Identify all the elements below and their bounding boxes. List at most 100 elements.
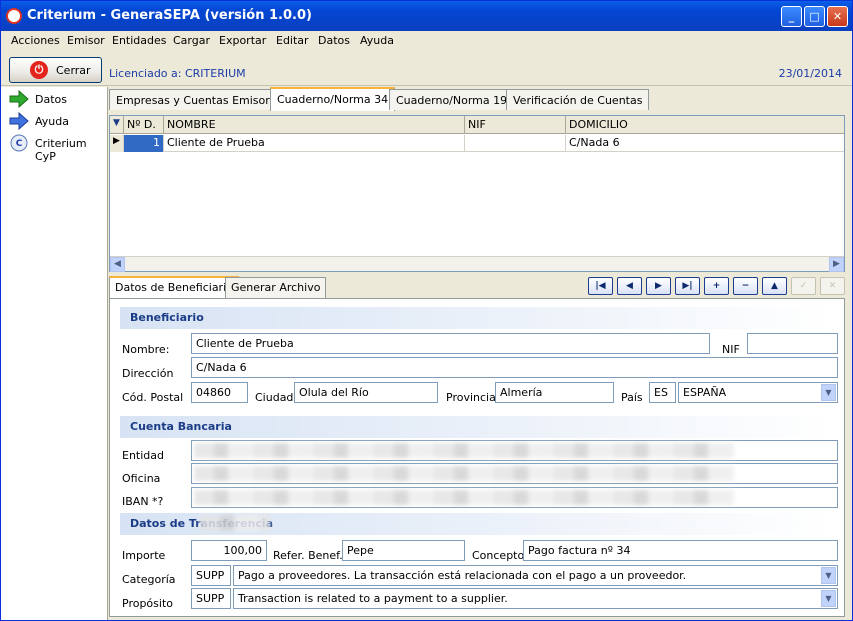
sort-indicator-icon: ▼	[110, 116, 124, 134]
section-beneficiario: Beneficiario	[120, 307, 836, 329]
section-cuenta: Cuenta Bancaria	[120, 416, 836, 438]
importe-label: Importe	[122, 549, 166, 562]
delete-record-button[interactable]: −	[733, 277, 758, 295]
add-record-button[interactable]: +	[704, 277, 729, 295]
scroll-right-icon[interactable]: ▶	[829, 257, 844, 272]
beneficiarios-grid: ▼ Nº D. NOMBRE NIF DOMICILIO ▶ 1 Cliente…	[109, 115, 845, 272]
column-header[interactable]: NIF	[465, 116, 566, 134]
horizontal-scrollbar[interactable]: ◀ ▶	[110, 256, 844, 272]
iban-label: IBAN *?	[122, 495, 164, 508]
prior-record-button[interactable]: ◀	[617, 277, 642, 295]
proposito-select-value: Transaction is related to a payment to a…	[238, 592, 508, 605]
edit-record-button[interactable]: ▲	[762, 277, 787, 295]
direccion-field[interactable]: C/Nada 6	[191, 357, 838, 378]
tab-verificacion[interactable]: Verificación de Cuentas	[506, 89, 650, 110]
proposito-label: Propósito	[122, 597, 173, 610]
pais-code-field[interactable]: ES	[649, 382, 676, 403]
direccion-label: Dirección	[122, 367, 174, 380]
ciudad-label: Ciudad	[255, 391, 294, 404]
grid-header: ▼ Nº D. NOMBRE NIF DOMICILIO	[110, 116, 844, 134]
refer-label: Refer. Benef.	[273, 549, 343, 562]
redacted-entidad	[194, 443, 734, 458]
menu-acciones[interactable]: Acciones	[11, 34, 60, 47]
menu-emisor[interactable]: Emisor	[67, 34, 105, 47]
tab-generar-archivo[interactable]: Generar Archivo	[225, 277, 327, 298]
toolbar: ⏻ Cerrar Licenciado a: CRITERIUM 23/01/2…	[1, 52, 852, 86]
close-window-button[interactable]: ✕	[827, 6, 848, 27]
first-record-button[interactable]: |◀	[588, 277, 613, 295]
blue-arrow-icon	[9, 112, 29, 130]
redacted-heading	[200, 515, 270, 531]
maximize-button[interactable]: □	[804, 6, 825, 27]
sidebar-item-criterium-cyp[interactable]: C Criterium CyP	[9, 134, 105, 163]
provincia-label: Provincia	[446, 391, 496, 404]
column-header[interactable]: NOMBRE	[164, 116, 465, 134]
nombre-label: Nombre:	[122, 343, 170, 356]
menu-cargar[interactable]: Cargar	[173, 34, 210, 47]
importe-field[interactable]: 100,00	[191, 540, 267, 561]
row-pointer-icon: ▶	[110, 135, 124, 152]
proposito-select[interactable]: Transaction is related to a payment to a…	[233, 588, 838, 609]
nif-field[interactable]	[747, 333, 838, 354]
pais-select[interactable]: ESPAÑA ▼	[678, 382, 838, 403]
menu-datos[interactable]: Datos	[318, 34, 350, 47]
refer-field[interactable]: Pepe	[342, 540, 465, 561]
oficina-label: Oficina	[122, 472, 161, 485]
cell-nombre[interactable]: Cliente de Prueba	[164, 135, 465, 152]
last-record-button[interactable]: ▶|	[675, 277, 700, 295]
cell-nif[interactable]	[465, 135, 566, 152]
chevron-down-icon[interactable]: ▼	[821, 384, 836, 401]
cancel-record-button[interactable]: ✕	[820, 277, 845, 295]
ciudad-field[interactable]: Olula del Río	[294, 382, 438, 403]
power-icon: ⏻	[30, 61, 48, 79]
categoria-code-field[interactable]: SUPP	[191, 565, 231, 586]
tab-empresas[interactable]: Empresas y Cuentas Emisoras	[109, 89, 290, 110]
categoria-select[interactable]: Pago a proveedores. La transacción está …	[233, 565, 838, 586]
svg-text:C: C	[16, 139, 23, 149]
pais-select-value: ESPAÑA	[683, 386, 727, 399]
menu-exportar[interactable]: Exportar	[219, 34, 266, 47]
menu-ayuda[interactable]: Ayuda	[360, 34, 394, 47]
redacted-oficina	[194, 466, 734, 481]
concepto-label: Concepto	[472, 549, 525, 562]
pais-label: País	[621, 391, 643, 404]
app-logo-icon	[6, 8, 22, 24]
scroll-left-icon[interactable]: ◀	[110, 257, 125, 272]
sidebar-item-datos[interactable]: Datos	[9, 90, 105, 110]
cp-label: Cód. Postal	[122, 391, 184, 404]
sidebar-item-ayuda[interactable]: Ayuda	[9, 112, 105, 132]
title-bar[interactable]: Criterium - GeneraSEPA (versión 1.0.0) _…	[1, 1, 852, 31]
menu-entidades[interactable]: Entidades	[112, 34, 167, 47]
sidebar-item-label: Datos	[35, 93, 67, 106]
entidad-label: Entidad	[122, 449, 164, 462]
tab-norma34[interactable]: Cuaderno/Norma 34	[270, 87, 396, 111]
app-window: Criterium - GeneraSEPA (versión 1.0.0) _…	[0, 0, 853, 621]
menu-editar[interactable]: Editar	[276, 34, 309, 47]
next-record-button[interactable]: ▶	[646, 277, 671, 295]
green-arrow-icon	[9, 90, 29, 108]
cp-field[interactable]: 04860	[191, 382, 248, 403]
chevron-down-icon[interactable]: ▼	[821, 567, 836, 584]
proposito-code-field[interactable]: SUPP	[191, 588, 231, 609]
provincia-field[interactable]: Almería	[495, 382, 614, 403]
column-header[interactable]: DOMICILIO	[566, 116, 844, 134]
post-record-button[interactable]: ✓	[791, 277, 816, 295]
criterium-cyp-logo-icon: C	[10, 134, 28, 152]
cell-num[interactable]: 1	[124, 135, 164, 152]
chevron-down-icon[interactable]: ▼	[821, 590, 836, 607]
concepto-field[interactable]: Pago factura nº 34	[523, 540, 838, 561]
cell-domicilio[interactable]: C/Nada 6	[566, 135, 844, 152]
column-header[interactable]: Nº D.	[124, 116, 164, 134]
redacted-iban	[194, 490, 734, 505]
cerrar-button[interactable]: ⏻ Cerrar	[9, 57, 102, 83]
tab-datos-beneficiario[interactable]: Datos de Beneficiario	[109, 276, 239, 298]
table-row[interactable]: ▶ 1 Cliente de Prueba C/Nada 6	[110, 135, 844, 152]
main-tabs: Empresas y Cuentas Emisoras Cuaderno/Nor…	[109, 87, 853, 111]
sidebar-item-label: Ayuda	[35, 115, 69, 128]
tab-norma19[interactable]: Cuaderno/Norma 19	[389, 89, 515, 110]
nombre-field[interactable]: Cliente de Prueba	[191, 333, 710, 354]
minimize-button[interactable]: _	[781, 6, 802, 27]
current-date: 23/01/2014	[778, 67, 842, 80]
categoria-label: Categoría	[122, 573, 176, 586]
menu-bar: Acciones Emisor Entidades Cargar Exporta…	[1, 31, 852, 51]
